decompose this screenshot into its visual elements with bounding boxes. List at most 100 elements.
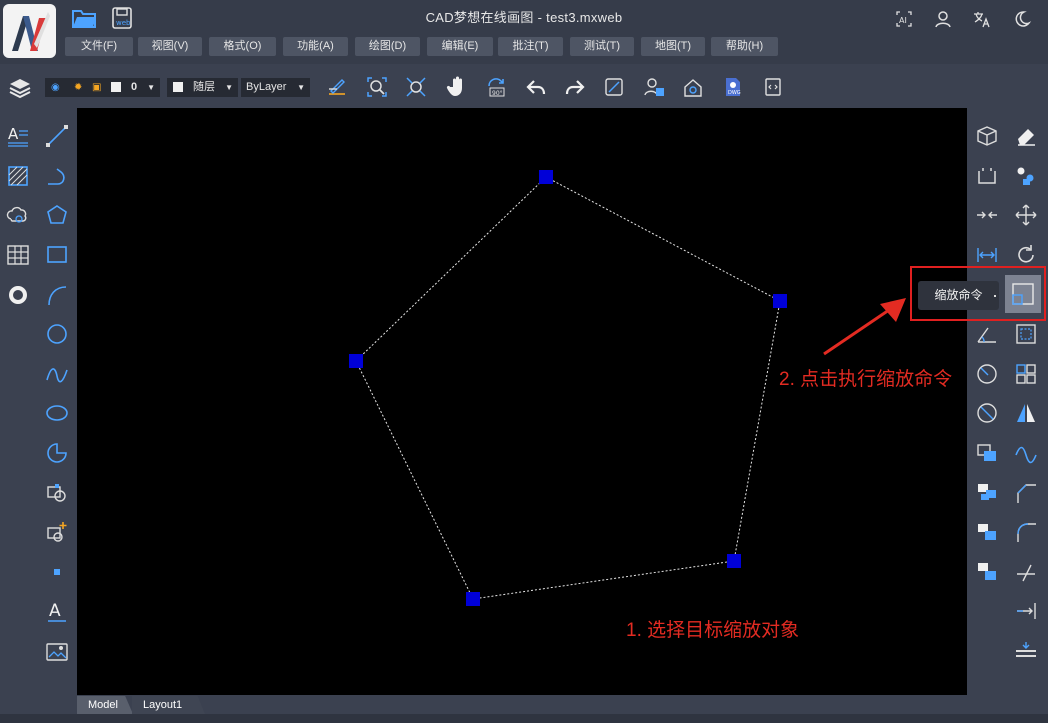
bring-front-icon[interactable] xyxy=(975,481,999,505)
bottom-scrollbar[interactable] xyxy=(0,714,1048,723)
chamfer-icon[interactable] xyxy=(1014,481,1038,505)
linetype-select[interactable]: ByLayer ▼ xyxy=(241,78,310,97)
ai-icon[interactable]: AI xyxy=(894,9,914,29)
lock-icon: ▣ xyxy=(92,82,102,93)
selection-box-icon[interactable] xyxy=(1014,322,1038,346)
point-icon[interactable] xyxy=(45,560,69,584)
zoom-window-icon[interactable] xyxy=(366,76,388,98)
menu-edit[interactable]: 编辑(E) xyxy=(427,37,493,56)
multiline-text-icon[interactable]: A xyxy=(6,124,30,148)
redo-icon[interactable] xyxy=(564,76,586,98)
chevron-down-icon: ▼ xyxy=(147,83,155,92)
chevron-down-icon: ▼ xyxy=(225,83,233,92)
user-icon[interactable] xyxy=(933,9,953,29)
match-properties-icon[interactable] xyxy=(326,76,348,98)
grip-point xyxy=(727,554,741,568)
polyline-arc-icon[interactable] xyxy=(45,164,69,188)
diameter-dimension-icon[interactable] xyxy=(975,401,999,425)
send-back-icon[interactable] xyxy=(975,520,999,544)
menu-view[interactable]: 视图(V) xyxy=(138,37,202,56)
tab-model[interactable]: Model xyxy=(77,696,133,714)
layer-select[interactable]: ◉ ✹ ▣ 0 ▼ xyxy=(45,78,160,97)
menu-draw[interactable]: 绘图(D) xyxy=(355,37,420,56)
break-icon[interactable] xyxy=(1014,560,1038,584)
spline-icon[interactable] xyxy=(45,362,69,386)
rotate-icon[interactable] xyxy=(1014,243,1038,267)
grip-point xyxy=(773,294,787,308)
annotation-step-1: 1. 选择目标缩放对象 xyxy=(626,620,800,641)
insert-block-icon[interactable] xyxy=(45,481,69,505)
elliptical-arc-icon[interactable] xyxy=(45,441,69,465)
group-icon[interactable] xyxy=(1014,164,1038,188)
svg-text:A: A xyxy=(8,125,19,143)
window-title: CAD梦想在线画图 - test3.mxweb xyxy=(425,10,623,25)
array-icon[interactable] xyxy=(1014,362,1038,386)
polygon-icon[interactable] xyxy=(45,203,69,227)
tab-layout1[interactable]: Layout1 xyxy=(132,696,205,714)
arc-icon[interactable] xyxy=(45,283,69,307)
move-icon[interactable] xyxy=(1014,203,1038,227)
create-block-icon[interactable] xyxy=(45,520,69,544)
svg-text:DWG: DWG xyxy=(728,90,741,96)
pan-hand-icon[interactable] xyxy=(446,76,468,98)
dwg-export-icon[interactable]: DWG xyxy=(722,76,744,98)
svg-text:90°: 90° xyxy=(492,90,503,97)
undo-icon[interactable] xyxy=(525,76,547,98)
extend-icon[interactable] xyxy=(1014,599,1038,623)
join-icon[interactable] xyxy=(975,203,999,227)
single-line-text-icon[interactable]: A xyxy=(45,599,69,623)
draw-order-icon[interactable] xyxy=(975,441,999,465)
color-select[interactable]: 随层 ▼ xyxy=(167,78,238,97)
svg-text:A: A xyxy=(49,601,61,621)
measure-distance-icon[interactable] xyxy=(603,76,625,98)
layer-name: 0 xyxy=(131,81,138,93)
rectangle-icon[interactable] xyxy=(45,243,69,267)
fillet-icon[interactable] xyxy=(1014,520,1038,544)
highlight-box xyxy=(910,266,1046,321)
toolbar: ◉ ✹ ▣ 0 ▼ 随层 ▼ ByLayer ▼ 90° DWG xyxy=(0,64,1048,108)
home-view-icon[interactable] xyxy=(682,76,704,98)
menu-format[interactable]: 格式(O) xyxy=(209,37,276,56)
layers-icon[interactable] xyxy=(8,76,31,99)
ellipse-icon[interactable] xyxy=(45,401,69,425)
menu-annotate[interactable]: 批注(T) xyxy=(498,37,563,56)
translate-icon[interactable] xyxy=(972,9,992,29)
wave-curve-icon[interactable] xyxy=(1014,441,1038,465)
drawing-canvas[interactable] xyxy=(77,108,967,695)
zoom-extents-icon[interactable] xyxy=(405,76,427,98)
eraser-icon[interactable] xyxy=(1014,124,1038,148)
menu-file[interactable]: 文件(F) xyxy=(65,37,133,56)
table-icon[interactable] xyxy=(6,243,30,267)
revision-cloud-icon[interactable] xyxy=(6,203,30,227)
grip-point xyxy=(466,592,480,606)
color-value: 随层 xyxy=(193,81,215,93)
3d-box-icon[interactable] xyxy=(975,124,999,148)
menu-function[interactable]: 功能(A) xyxy=(283,37,348,56)
radius-dimension-icon[interactable] xyxy=(975,362,999,386)
menu-map[interactable]: 地图(T) xyxy=(641,37,705,56)
header: web CAD梦想在线画图 - test3.mxweb 文件(F) 视图(V) … xyxy=(0,0,1048,64)
stretch-icon[interactable] xyxy=(975,243,999,267)
menu-help[interactable]: 帮助(H) xyxy=(711,37,778,56)
color-swatch xyxy=(173,82,183,92)
rotate-view-90-icon[interactable]: 90° xyxy=(485,76,507,98)
hatch-icon[interactable] xyxy=(6,164,30,188)
user-tag-icon[interactable] xyxy=(643,76,665,98)
code-file-icon[interactable] xyxy=(762,76,784,98)
line-icon[interactable] xyxy=(45,124,69,148)
copy-icon[interactable] xyxy=(975,164,999,188)
sun-freeze-icon: ✹ xyxy=(74,82,83,93)
menu-test[interactable]: 测试(T) xyxy=(570,37,634,56)
insert-image-icon[interactable] xyxy=(45,639,69,663)
linetype-value: ByLayer xyxy=(246,81,287,93)
angle-dimension-icon[interactable] xyxy=(975,322,999,346)
layer-color-swatch xyxy=(111,82,121,92)
layout-tabbar: Model Layout1 xyxy=(0,695,1048,723)
dark-mode-icon[interactable] xyxy=(1012,9,1032,29)
svg-text:AI: AI xyxy=(899,16,907,25)
offset-icon[interactable] xyxy=(1014,639,1038,663)
send-to-back-icon[interactable] xyxy=(975,560,999,584)
mirror-icon[interactable] xyxy=(1014,401,1038,425)
circle-icon[interactable] xyxy=(45,322,69,346)
donut-icon[interactable] xyxy=(6,283,30,307)
